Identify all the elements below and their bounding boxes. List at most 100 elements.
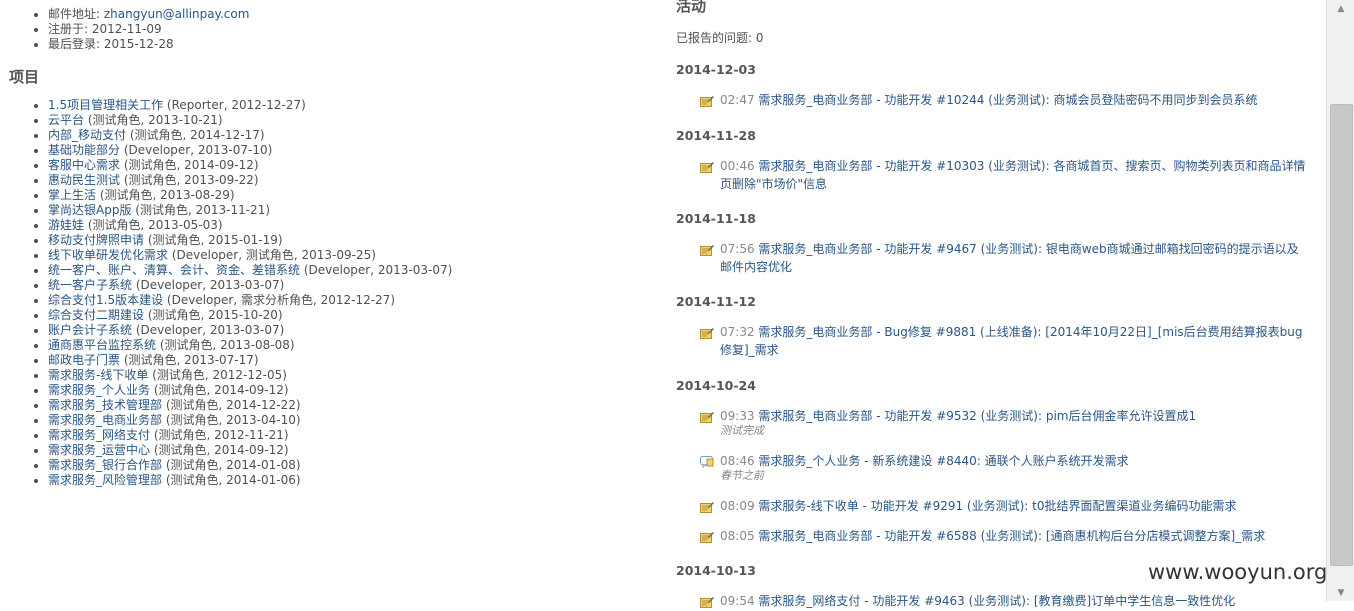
last-login-date: 2015-12-28: [103, 37, 174, 51]
issue-link[interactable]: 需求服务-线下收单 - 功能开发 #9291 (业务测试): t0批结界面配置渠…: [758, 499, 1236, 513]
email-row: 邮件地址: zhangyun@allinpay.com: [48, 7, 249, 22]
project-item: 客服中心需求 (测试角色, 2014-09-12): [48, 158, 452, 173]
project-role-date: (测试角色, 2012-11-21): [153, 428, 289, 442]
project-role-date: (测试角色, 2013-05-03): [87, 218, 223, 232]
issue-link[interactable]: 需求服务_电商业务部 - 功能开发 #10244 (业务测试): 商城会员登陆密…: [758, 93, 1257, 107]
project-item: 统一客户子系统 (Developer, 2013-03-07): [48, 278, 452, 293]
project-link[interactable]: 通商惠平台监控系统: [48, 338, 156, 352]
event-time: 07:32: [720, 325, 755, 339]
issue-link[interactable]: 需求服务_电商业务部 - 功能开发 #9467 (业务测试): 银电商web商城…: [758, 242, 1298, 256]
event-time: 09:54: [720, 594, 755, 608]
project-item: 综合支付二期建设 (测试角色, 2015-10-20): [48, 308, 452, 323]
project-item: 通商惠平台监控系统 (测试角色, 2013-08-08): [48, 338, 452, 353]
project-role-date: (测试角色, 2015-01-19): [147, 233, 283, 247]
project-link[interactable]: 线下收单研发优化需求: [48, 248, 168, 262]
activity-event: 08:09 需求服务-线下收单 - 功能开发 #9291 (业务测试): t0批…: [700, 497, 1320, 515]
project-link[interactable]: 需求服务_银行合作部: [48, 458, 162, 472]
project-link[interactable]: 账户会计子系统: [48, 323, 132, 337]
project-link[interactable]: 综合支付1.5版本建设: [48, 293, 163, 307]
activity-date-heading: 2014-12-03: [676, 62, 756, 77]
issue-link[interactable]: 邮件内容优化: [720, 260, 792, 274]
edit-note-icon: [700, 95, 714, 107]
registered-label: 注册于:: [48, 22, 89, 36]
project-link[interactable]: 移动支付牌照申请: [48, 233, 144, 247]
issue-link[interactable]: 需求服务_电商业务部 - 功能开发 #9532 (业务测试): pim后台佣金率…: [758, 409, 1196, 423]
project-item: 邮政电子门票 (测试角色, 2013-07-17): [48, 353, 452, 368]
issue-link[interactable]: 需求服务_个人业务 - 新系统建设 #8440: 通联个人账户系统开发需求: [758, 454, 1128, 468]
project-link[interactable]: 需求服务_个人业务: [48, 383, 150, 397]
comment-icon: [700, 456, 714, 469]
edit-note-icon: [700, 161, 714, 173]
project-link[interactable]: 需求服务_电商业务部: [48, 413, 162, 427]
activity-event: 07:56 需求服务_电商业务部 - 功能开发 #9467 (业务测试): 银电…: [700, 240, 1320, 276]
registered-date: 2012-11-09: [91, 22, 162, 36]
event-time: 00:46: [720, 159, 755, 173]
project-role-date: (测试角色, 2014-12-22): [165, 398, 301, 412]
activity-event: 08:05 需求服务_电商业务部 - 功能开发 #6588 (业务测试): [通…: [700, 527, 1320, 545]
reported-issues-count: 已报告的问题: 0: [676, 31, 764, 45]
event-time: 08:05: [720, 529, 755, 543]
project-item: 需求服务-线下收单 (测试角色, 2012-12-05): [48, 368, 452, 383]
project-link[interactable]: 客服中心需求: [48, 158, 120, 172]
project-link[interactable]: 内部_移动支付: [48, 128, 126, 142]
issue-link[interactable]: 需求服务_电商业务部 - 功能开发 #6588 (业务测试): [通商惠机构后台…: [758, 529, 1265, 543]
edit-note-icon: [700, 596, 714, 608]
edit-note-icon: [700, 411, 714, 423]
project-link[interactable]: 统一客户子系统: [48, 278, 132, 292]
project-role-date: (测试角色, 2013-10-21): [87, 113, 223, 127]
project-role-date: (测试角色, 2013-09-22): [123, 173, 259, 187]
project-link[interactable]: 需求服务_网络支付: [48, 428, 150, 442]
project-link[interactable]: 掌尚达银App版: [48, 203, 131, 217]
project-item: 需求服务_运营中心 (测试角色, 2014-09-12): [48, 443, 452, 458]
activity-event: 09:54 需求服务_网络支付 - 功能开发 #9463 (业务测试): [教育…: [700, 592, 1320, 610]
activity-event: 09:33 需求服务_电商业务部 - 功能开发 #9532 (业务测试): pi…: [700, 407, 1320, 438]
project-role-date: (Reporter, 2012-12-27): [166, 98, 306, 112]
activity-heading: 活动: [676, 0, 707, 15]
project-link[interactable]: 需求服务_技术管理部: [48, 398, 162, 412]
scroll-thumb[interactable]: [1330, 104, 1353, 566]
issue-link[interactable]: 修复]_需求: [720, 343, 779, 357]
project-item: 需求服务_技术管理部 (测试角色, 2014-12-22): [48, 398, 452, 413]
project-link[interactable]: 云平台: [48, 113, 84, 127]
project-link[interactable]: 需求服务_风险管理部: [48, 473, 162, 487]
project-link[interactable]: 邮政电子门票: [48, 353, 120, 367]
project-link[interactable]: 掌上生活: [48, 188, 96, 202]
project-item: 内部_移动支付 (测试角色, 2014-12-17): [48, 128, 452, 143]
edit-note-icon: [700, 327, 714, 339]
activity-event: 00:46 需求服务_电商业务部 - 功能开发 #10303 (业务测试): 各…: [700, 157, 1320, 193]
project-role-date: (Developer, 测试角色, 2013-09-25): [171, 248, 376, 262]
email-link[interactable]: zhangyun@allinpay.com: [104, 7, 250, 21]
project-role-date: (测试角色, 2014-01-08): [165, 458, 301, 472]
issue-link[interactable]: 需求服务_电商业务部 - 功能开发 #10303 (业务测试): 各商城首页、搜…: [758, 159, 1305, 173]
project-item: 综合支付1.5版本建设 (Developer, 需求分析角色, 2012-12-…: [48, 293, 452, 308]
project-link[interactable]: 基础功能部分: [48, 143, 120, 157]
project-link[interactable]: 综合支付二期建设: [48, 308, 144, 322]
activity-date-heading: 2014-11-18: [676, 211, 756, 226]
project-link[interactable]: 惠动民生测试: [48, 173, 120, 187]
project-link[interactable]: 1.5项目管理相关工作: [48, 98, 163, 112]
event-description: 春节之前: [720, 469, 764, 482]
project-role-date: (Developer, 2013-03-07): [303, 263, 453, 277]
project-link[interactable]: 统一客户、账户、清算、会计、资金、差错系统: [48, 263, 300, 277]
scroll-down-arrow-icon[interactable]: ▼: [1327, 585, 1354, 601]
project-link[interactable]: 需求服务-线下收单: [48, 368, 148, 382]
scroll-up-arrow-icon[interactable]: ▲: [1327, 0, 1354, 16]
project-link[interactable]: 需求服务_运营中心: [48, 443, 150, 457]
project-role-date: (Developer, 2013-03-07): [135, 278, 285, 292]
project-role-date: (测试角色, 2014-12-17): [129, 128, 265, 142]
project-item: 需求服务_个人业务 (测试角色, 2014-09-12): [48, 383, 452, 398]
issue-link[interactable]: 需求服务_网络支付 - 功能开发 #9463 (业务测试): [教育缴费]订单中…: [758, 594, 1235, 608]
project-role-date: (测试角色, 2013-08-29): [99, 188, 235, 202]
issue-link[interactable]: 页删除"市场价"信息: [720, 177, 827, 191]
activity-date-heading: 2014-11-12: [676, 294, 756, 309]
project-item: 掌上生活 (测试角色, 2013-08-29): [48, 188, 452, 203]
project-role-date: (测试角色, 2014-01-06): [165, 473, 301, 487]
activity-event: 02:47 需求服务_电商业务部 - 功能开发 #10244 (业务测试): 商…: [700, 91, 1320, 109]
project-role-date: (测试角色, 2013-08-08): [159, 338, 295, 352]
last-login-label: 最后登录:: [48, 37, 101, 51]
projects-heading: 项目: [9, 68, 40, 86]
vertical-scrollbar[interactable]: ▲ ▼: [1326, 0, 1354, 601]
issue-link[interactable]: 需求服务_电商业务部 - Bug修复 #9881 (上线准备): [2014年1…: [758, 325, 1302, 339]
project-link[interactable]: 游娃娃: [48, 218, 84, 232]
activity-date-heading: 2014-10-13: [676, 563, 756, 578]
